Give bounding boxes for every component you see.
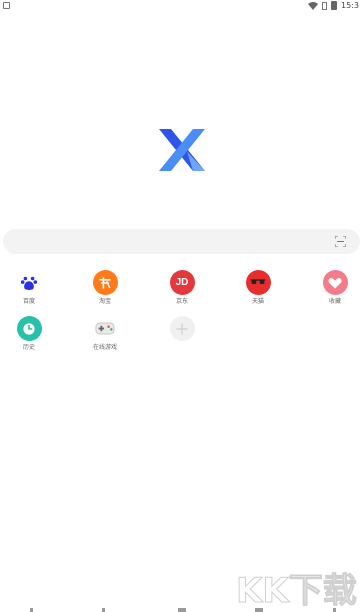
gamepad-icon <box>93 316 118 341</box>
shortcut-taobao[interactable]: 淘宝 <box>80 270 130 306</box>
baidu-paw-icon <box>17 270 42 295</box>
tmall-icon <box>245 270 271 295</box>
shortcut-jd[interactable]: JD 京东 <box>157 270 207 306</box>
nav-home-icon[interactable] <box>102 608 105 612</box>
shortcut-label: 历史 <box>22 344 35 351</box>
nav-back-icon[interactable] <box>30 608 33 612</box>
jd-icon: JD <box>169 270 195 295</box>
shortcut-label: 京东 <box>175 298 188 305</box>
add-icon <box>169 316 195 341</box>
status-bar: 15:3 <box>0 0 363 12</box>
shortcut-online-games[interactable]: 在线游戏 <box>80 316 130 352</box>
notification-icon <box>3 2 10 9</box>
shortcut-history[interactable]: 历史 <box>4 316 54 352</box>
search-bar[interactable] <box>3 229 360 254</box>
x-browser-logo <box>159 129 205 171</box>
shortcut-label: 在线游戏 <box>92 344 117 351</box>
shortcut-label: 百度 <box>22 298 35 305</box>
sim-icon <box>322 1 328 10</box>
taobao-icon <box>92 270 118 295</box>
nav-tabs-icon[interactable] <box>178 608 186 612</box>
history-icon <box>16 316 42 341</box>
wifi-icon <box>308 1 319 10</box>
kk-download-watermark: KK下载 <box>236 571 357 611</box>
jd-glyph: JD <box>175 277 189 288</box>
shortcut-tmall[interactable]: 天猫 <box>233 270 283 306</box>
watermark-text: KK下载 <box>236 571 357 610</box>
shortcut-label: 收藏 <box>328 298 341 305</box>
shortcut-label: 天猫 <box>251 298 264 305</box>
add-shortcut-button[interactable] <box>157 316 207 344</box>
battery-icon <box>331 1 338 10</box>
scan-icon[interactable] <box>335 236 346 247</box>
status-icons: 15:3 <box>308 1 359 10</box>
shortcut-baidu[interactable]: 百度 <box>4 270 54 306</box>
clock: 15:3 <box>341 1 359 10</box>
shortcut-label: 淘宝 <box>98 298 111 305</box>
favorites-icon <box>322 270 348 295</box>
shortcut-favorites[interactable]: 收藏 <box>310 270 360 306</box>
